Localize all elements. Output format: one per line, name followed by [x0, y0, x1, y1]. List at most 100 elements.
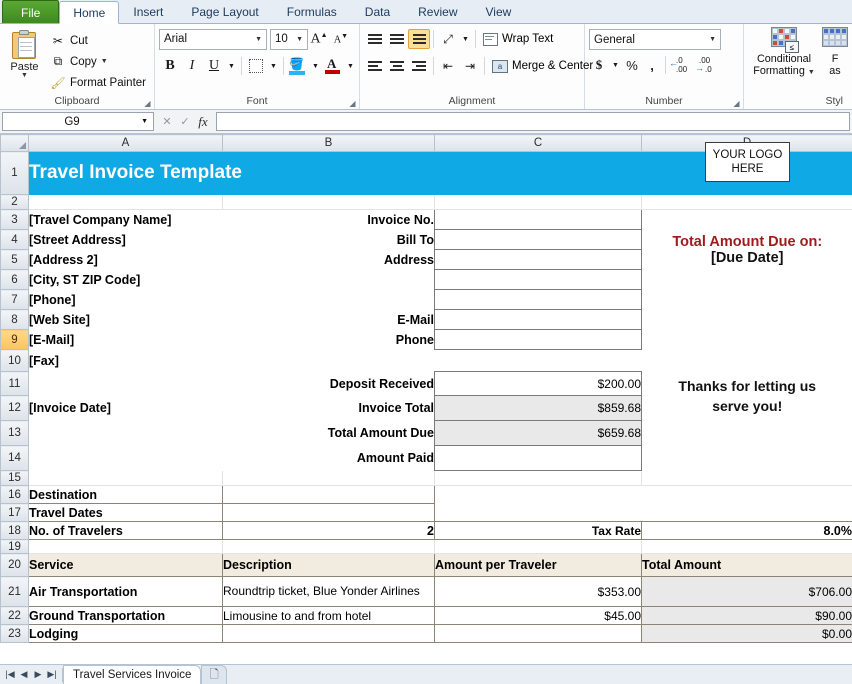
chevron-down-icon[interactable]: ▼: [21, 72, 28, 79]
row-header-10[interactable]: 10: [0, 349, 29, 372]
underline-icon[interactable]: U: [203, 55, 225, 77]
service-description-1[interactable]: Limousine to and from hotel: [222, 606, 435, 625]
cell-value-address-line2[interactable]: [434, 269, 642, 290]
cell-d14[interactable]: [641, 445, 852, 471]
italic-icon[interactable]: I: [181, 55, 203, 77]
cell-label-phone[interactable]: Phone: [222, 329, 435, 350]
increase-decimal-icon[interactable]: ← .0 .00: [669, 55, 693, 75]
service-amount-per-traveler-1[interactable]: $45.00: [434, 606, 642, 625]
next-sheet-icon[interactable]: ▶: [31, 669, 45, 680]
cell-value-amount-paid[interactable]: [434, 445, 642, 471]
tab-review[interactable]: Review: [404, 0, 471, 23]
row-header-5[interactable]: 5: [0, 249, 29, 270]
cell-company-name[interactable]: [Travel Company Name]: [28, 209, 223, 230]
chevron-down-icon[interactable]: ▼: [225, 55, 238, 77]
cell-c16[interactable]: [434, 485, 642, 504]
currency-format-icon[interactable]: $: [589, 55, 609, 75]
cell-company-street[interactable]: [Street Address]: [28, 229, 223, 250]
chevron-down-icon[interactable]: ▼: [705, 36, 720, 43]
column-header-a[interactable]: A: [28, 134, 223, 152]
cell-label-tax-rate[interactable]: Tax Rate: [434, 521, 642, 540]
cell-d16[interactable]: [641, 485, 852, 504]
row-header-7[interactable]: 7: [0, 289, 29, 310]
chevron-down-icon[interactable]: ▼: [309, 55, 322, 77]
cell-company-phone[interactable]: [Phone]: [28, 289, 223, 310]
cancel-formula-icon[interactable]: ✕: [158, 113, 176, 131]
align-center-icon[interactable]: [386, 56, 408, 76]
font-color-icon[interactable]: A: [322, 55, 344, 77]
chevron-down-icon[interactable]: ▼: [251, 36, 266, 43]
previous-sheet-icon[interactable]: ◀: [17, 669, 31, 680]
wrap-text-button[interactable]: Wrap Text: [479, 28, 557, 50]
service-description-2[interactable]: [222, 624, 435, 643]
cell-d13[interactable]: [641, 420, 852, 446]
service-total-amount-2[interactable]: $0.00: [641, 624, 852, 643]
cell-value-destination[interactable]: [222, 485, 435, 504]
services-header-description[interactable]: Description: [222, 553, 435, 577]
service-amount-per-traveler-2[interactable]: [434, 624, 642, 643]
decrease-decimal-icon[interactable]: .00 → .0: [693, 55, 717, 75]
cell-b19[interactable]: [222, 539, 435, 554]
cell-c17[interactable]: [434, 503, 642, 522]
row-header-12[interactable]: 12: [0, 395, 29, 421]
conditional-formatting-button[interactable]: ≤ Conditional Formatting ▼: [747, 27, 821, 77]
cell-d3[interactable]: [641, 209, 852, 230]
cell-b15[interactable]: [222, 470, 435, 486]
service-description-0[interactable]: Roundtrip ticket, Blue Yonder Airlines: [222, 576, 435, 607]
tab-view[interactable]: View: [472, 0, 526, 23]
row-header-19[interactable]: 19: [0, 539, 29, 554]
cell-d2[interactable]: [641, 194, 852, 210]
services-header-total-amount[interactable]: Total Amount: [641, 553, 852, 577]
clipboard-dialog-launcher-icon[interactable]: ◢: [143, 99, 152, 108]
insert-worksheet-icon[interactable]: 🗋: [201, 665, 227, 684]
sheet-tab-travel-services-invoice[interactable]: Travel Services Invoice: [63, 665, 202, 684]
service-name-2[interactable]: Lodging: [28, 624, 223, 643]
comma-format-icon[interactable]: ,: [642, 55, 662, 75]
tab-home[interactable]: Home: [59, 1, 120, 24]
grow-font-icon[interactable]: A▲: [308, 28, 330, 50]
cell-company-fax[interactable]: [Fax]: [28, 349, 223, 372]
cell-d6[interactable]: [641, 269, 852, 290]
cell-label-invoice-total[interactable]: Invoice Total: [222, 395, 435, 421]
tab-file[interactable]: File: [2, 0, 60, 23]
column-header-b[interactable]: B: [222, 134, 435, 152]
select-all-corner[interactable]: [0, 134, 29, 152]
chevron-down-icon[interactable]: ▼: [141, 118, 153, 125]
number-dialog-launcher-icon[interactable]: ◢: [732, 99, 741, 108]
cell-b2[interactable]: [222, 194, 435, 210]
cell-d19[interactable]: [641, 539, 852, 554]
increase-indent-icon[interactable]: ⇥: [459, 55, 481, 77]
row-header-3[interactable]: 3: [0, 209, 29, 230]
cell-label-total-amount-due[interactable]: Total Amount Due: [222, 420, 435, 446]
tab-page-layout[interactable]: Page Layout: [177, 0, 272, 23]
row-header-16[interactable]: 16: [0, 485, 29, 504]
enter-formula-icon[interactable]: ✓: [176, 113, 194, 131]
cell-a15[interactable]: [28, 470, 223, 486]
cell-label-amount-paid[interactable]: Amount Paid: [222, 445, 435, 471]
last-sheet-icon[interactable]: ▶|: [45, 669, 59, 680]
row-header-11[interactable]: 11: [0, 371, 29, 396]
align-top-icon[interactable]: [364, 29, 386, 49]
row-header-23[interactable]: 23: [0, 624, 29, 643]
percent-format-icon[interactable]: %: [622, 55, 642, 75]
borders-icon[interactable]: [245, 55, 267, 77]
cell-a14[interactable]: [28, 445, 223, 471]
align-left-icon[interactable]: [364, 56, 386, 76]
font-dialog-launcher-icon[interactable]: ◢: [348, 99, 357, 108]
row-header-17[interactable]: 17: [0, 503, 29, 522]
align-bottom-icon[interactable]: [408, 29, 430, 49]
align-right-icon[interactable]: [408, 56, 430, 76]
cell-invoice-date[interactable]: [Invoice Date]: [28, 395, 223, 421]
chevron-down-icon[interactable]: ▼: [808, 69, 815, 76]
chevron-down-icon[interactable]: ▼: [344, 55, 357, 77]
cell-company-email[interactable]: [E-Mail]: [28, 329, 223, 350]
cell-label-deposit-received[interactable]: Deposit Received: [222, 371, 435, 396]
cell-a11[interactable]: [28, 371, 223, 396]
row-header-9[interactable]: 9: [0, 329, 29, 350]
cell-value-bill-to[interactable]: [434, 229, 642, 250]
service-name-0[interactable]: Air Transportation: [28, 576, 223, 607]
row-header-13[interactable]: 13: [0, 420, 29, 446]
service-amount-per-traveler-0[interactable]: $353.00: [434, 576, 642, 607]
cell-label-email[interactable]: E-Mail: [222, 309, 435, 330]
cell-b6[interactable]: [222, 269, 435, 290]
